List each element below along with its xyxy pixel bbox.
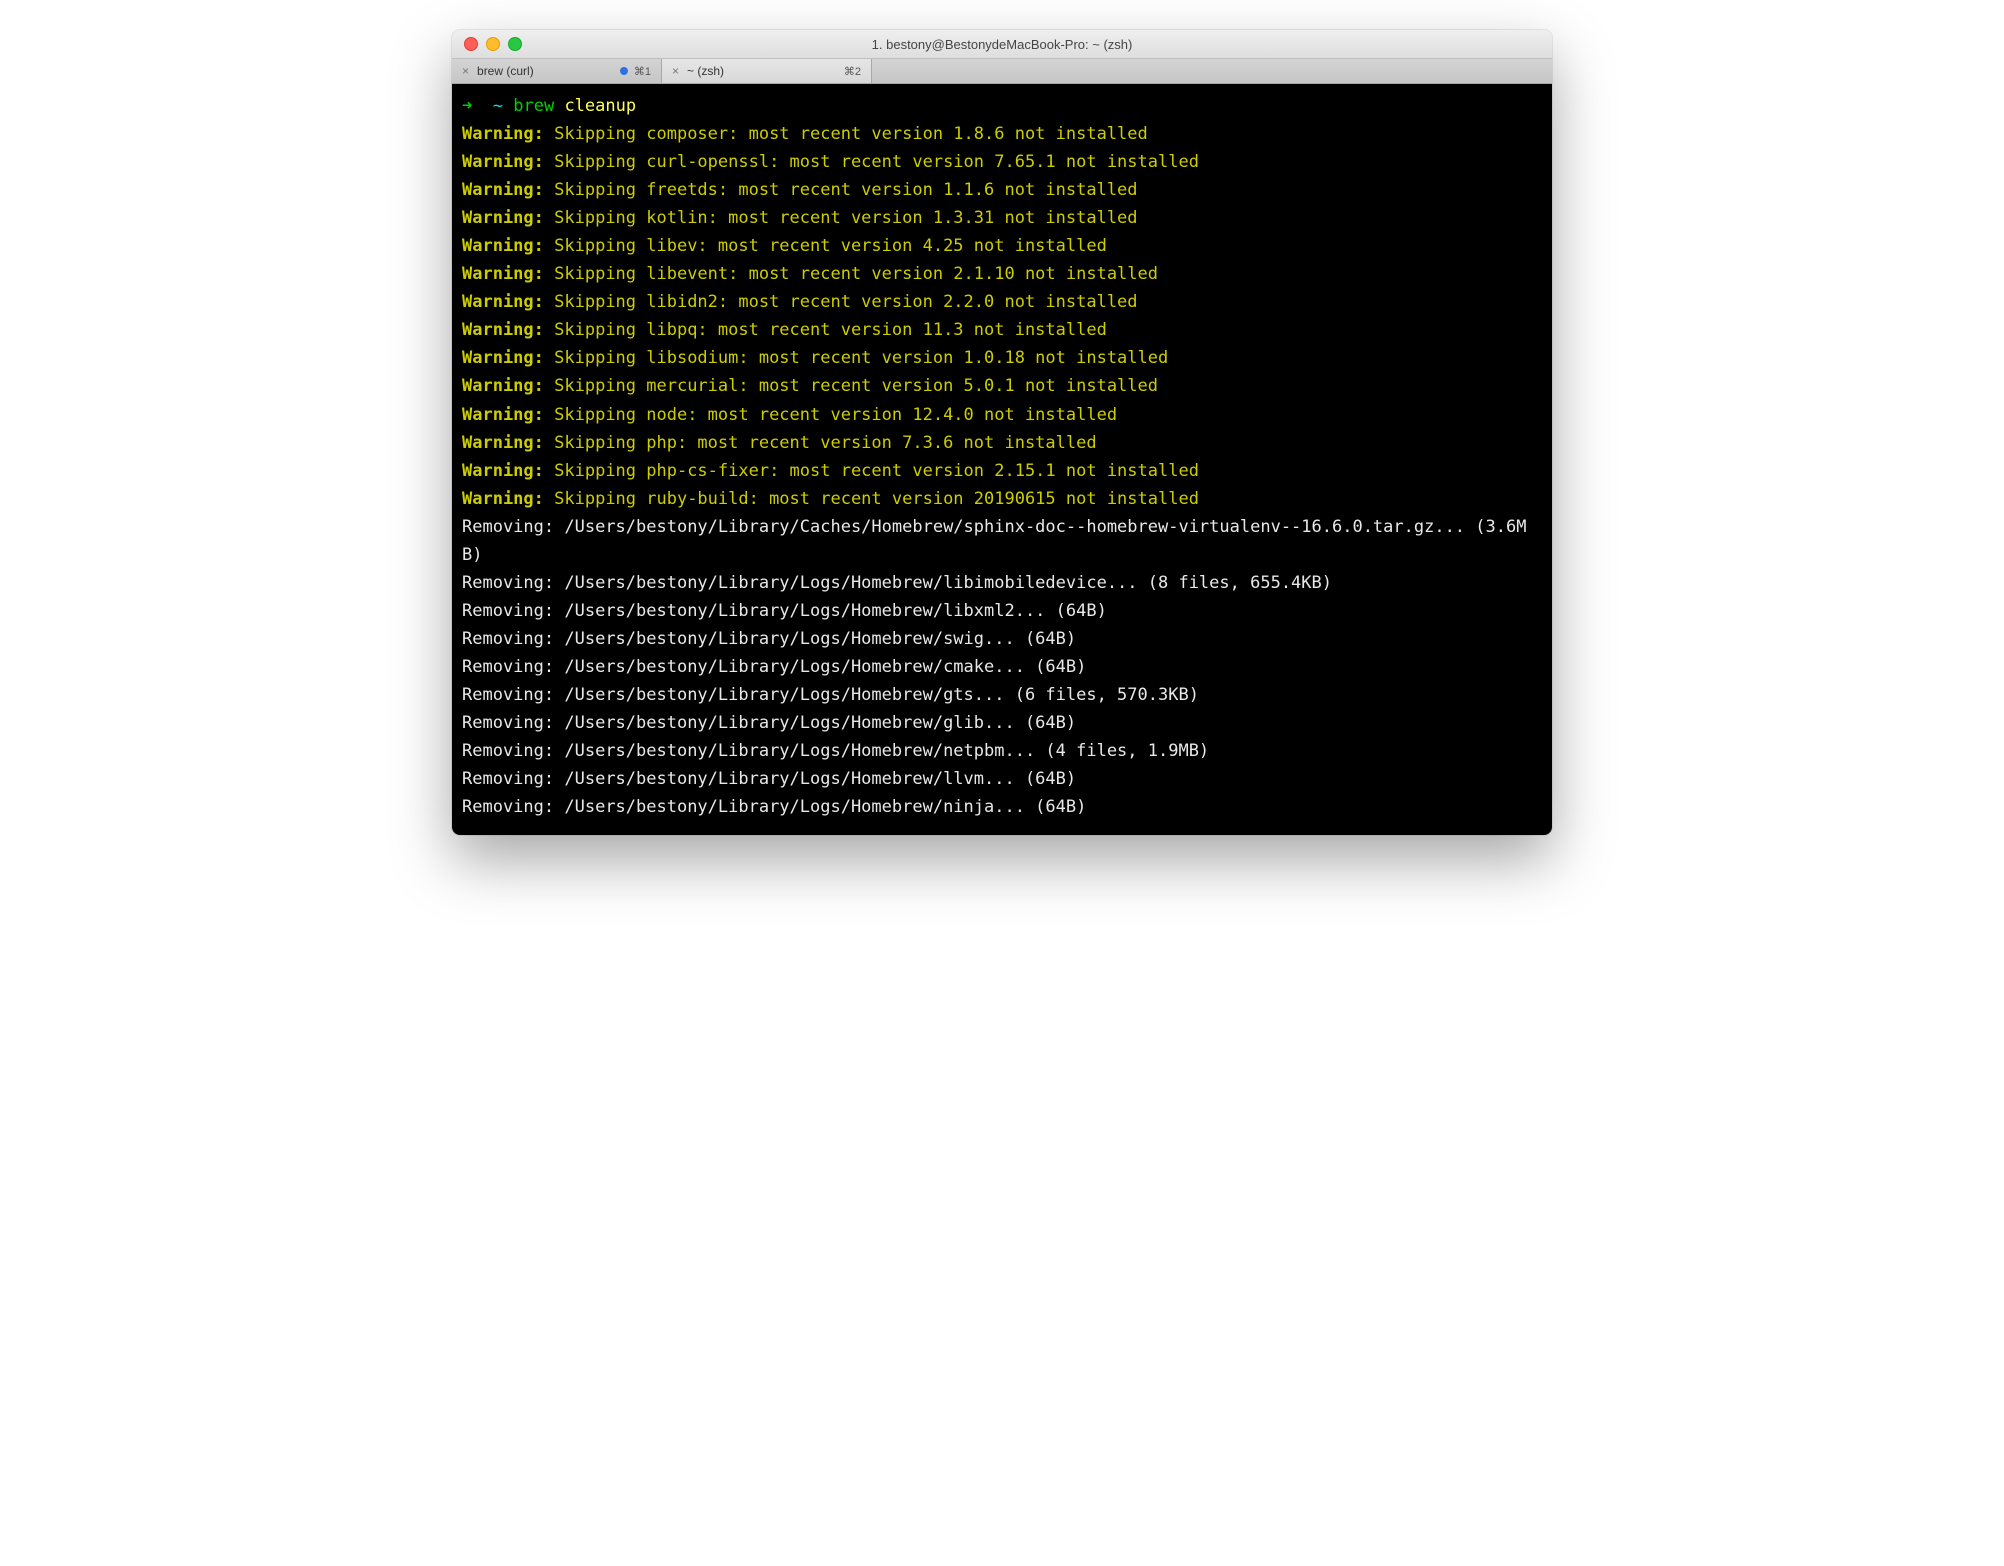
tab-label: ~ (zsh) <box>687 64 724 78</box>
warning-text: Skipping kotlin: most recent version 1.3… <box>554 208 1137 228</box>
warning-text: Skipping php: most recent version 7.3.6 … <box>554 433 1096 453</box>
removing-label: Removing: <box>462 601 554 621</box>
prompt-arg: cleanup <box>564 96 636 116</box>
warning-line: Warning: Skipping ruby-build: most recen… <box>462 485 1542 513</box>
titlebar[interactable]: 1. bestony@BestonydeMacBook-Pro: ~ (zsh) <box>452 30 1552 59</box>
warning-label: Warning: <box>462 208 544 228</box>
close-window-button[interactable] <box>464 37 478 51</box>
warning-text: Skipping freetds: most recent version 1.… <box>554 180 1137 200</box>
traffic-lights <box>452 37 522 51</box>
removing-line: Removing: /Users/bestony/Library/Logs/Ho… <box>462 625 1542 653</box>
warning-text: Skipping libpq: most recent version 11.3… <box>554 320 1107 340</box>
removing-text: /Users/bestony/Library/Caches/Homebrew/s… <box>462 517 1526 565</box>
removing-line: Removing: /Users/bestony/Library/Logs/Ho… <box>462 793 1542 821</box>
warning-text: Skipping composer: most recent version 1… <box>554 124 1148 144</box>
warning-label: Warning: <box>462 264 544 284</box>
warning-label: Warning: <box>462 405 544 425</box>
warning-label: Warning: <box>462 320 544 340</box>
warning-label: Warning: <box>462 152 544 172</box>
warning-line: Warning: Skipping freetds: most recent v… <box>462 176 1542 204</box>
warning-label: Warning: <box>462 348 544 368</box>
removing-text: /Users/bestony/Library/Logs/Homebrew/nin… <box>564 797 1086 817</box>
removing-text: /Users/bestony/Library/Logs/Homebrew/lib… <box>564 573 1332 593</box>
warning-line: Warning: Skipping php: most recent versi… <box>462 429 1542 457</box>
warning-text: Skipping php-cs-fixer: most recent versi… <box>554 461 1199 481</box>
warning-line: Warning: Skipping libsodium: most recent… <box>462 344 1542 372</box>
removing-line: Removing: /Users/bestony/Library/Logs/Ho… <box>462 737 1542 765</box>
activity-dot-icon <box>620 67 628 75</box>
removing-line: Removing: /Users/bestony/Library/Logs/Ho… <box>462 709 1542 737</box>
warning-line: Warning: Skipping libevent: most recent … <box>462 260 1542 288</box>
prompt-command: brew <box>513 96 554 116</box>
removing-label: Removing: <box>462 573 554 593</box>
removing-label: Removing: <box>462 657 554 677</box>
zoom-window-button[interactable] <box>508 37 522 51</box>
close-tab-icon[interactable]: × <box>462 64 469 78</box>
warning-line: Warning: Skipping node: most recent vers… <box>462 401 1542 429</box>
prompt-arrow-icon: ➜ <box>462 96 472 116</box>
window-title: 1. bestony@BestonydeMacBook-Pro: ~ (zsh) <box>452 37 1552 52</box>
tab-shortcut: ⌘2 <box>844 65 861 78</box>
warning-text: Skipping libev: most recent version 4.25… <box>554 236 1107 256</box>
removing-line: Removing: /Users/bestony/Library/Logs/Ho… <box>462 765 1542 793</box>
removing-label: Removing: <box>462 713 554 733</box>
prompt-line: ➜ ~ brew cleanup <box>462 92 1542 120</box>
warning-text: Skipping libevent: most recent version 2… <box>554 264 1158 284</box>
warning-text: Skipping mercurial: most recent version … <box>554 376 1158 396</box>
removing-text: /Users/bestony/Library/Logs/Homebrew/net… <box>564 741 1209 761</box>
terminal-viewport[interactable]: ➜ ~ brew cleanupWarning: Skipping compos… <box>452 84 1552 835</box>
prompt-cwd: ~ <box>493 96 503 116</box>
close-tab-icon[interactable]: × <box>672 64 679 78</box>
warning-text: Skipping libidn2: most recent version 2.… <box>554 292 1137 312</box>
removing-text: /Users/bestony/Library/Logs/Homebrew/gli… <box>564 713 1076 733</box>
warning-label: Warning: <box>462 376 544 396</box>
warning-line: Warning: Skipping libev: most recent ver… <box>462 232 1542 260</box>
warning-line: Warning: Skipping kotlin: most recent ve… <box>462 204 1542 232</box>
warning-line: Warning: Skipping composer: most recent … <box>462 120 1542 148</box>
warning-text: Skipping ruby-build: most recent version… <box>554 489 1199 509</box>
warning-label: Warning: <box>462 236 544 256</box>
warning-line: Warning: Skipping mercurial: most recent… <box>462 372 1542 400</box>
warning-line: Warning: Skipping libidn2: most recent v… <box>462 288 1542 316</box>
warning-line: Warning: Skipping libpq: most recent ver… <box>462 316 1542 344</box>
tab-shortcut: ⌘1 <box>634 65 651 78</box>
tab-zsh[interactable]: × ~ (zsh) ⌘2 <box>662 59 872 83</box>
warning-label: Warning: <box>462 461 544 481</box>
minimize-window-button[interactable] <box>486 37 500 51</box>
removing-label: Removing: <box>462 769 554 789</box>
removing-label: Removing: <box>462 629 554 649</box>
removing-line: Removing: /Users/bestony/Library/Logs/Ho… <box>462 653 1542 681</box>
tab-brew-curl[interactable]: × brew (curl) ⌘1 <box>452 59 662 83</box>
warning-line: Warning: Skipping curl-openssl: most rec… <box>462 148 1542 176</box>
warning-line: Warning: Skipping php-cs-fixer: most rec… <box>462 457 1542 485</box>
warning-text: Skipping curl-openssl: most recent versi… <box>554 152 1199 172</box>
removing-text: /Users/bestony/Library/Logs/Homebrew/cma… <box>564 657 1086 677</box>
removing-label: Removing: <box>462 517 554 537</box>
removing-text: /Users/bestony/Library/Logs/Homebrew/lib… <box>564 601 1106 621</box>
warning-label: Warning: <box>462 124 544 144</box>
terminal-window: 1. bestony@BestonydeMacBook-Pro: ~ (zsh)… <box>452 30 1552 835</box>
removing-label: Removing: <box>462 685 554 705</box>
warning-text: Skipping libsodium: most recent version … <box>554 348 1168 368</box>
removing-line: Removing: /Users/bestony/Library/Logs/Ho… <box>462 597 1542 625</box>
removing-label: Removing: <box>462 797 554 817</box>
warning-text: Skipping node: most recent version 12.4.… <box>554 405 1117 425</box>
warning-label: Warning: <box>462 180 544 200</box>
warning-label: Warning: <box>462 433 544 453</box>
warning-label: Warning: <box>462 489 544 509</box>
removing-text: /Users/bestony/Library/Logs/Homebrew/gts… <box>564 685 1199 705</box>
removing-text: /Users/bestony/Library/Logs/Homebrew/llv… <box>564 769 1076 789</box>
warning-label: Warning: <box>462 292 544 312</box>
removing-text: /Users/bestony/Library/Logs/Homebrew/swi… <box>564 629 1076 649</box>
removing-label: Removing: <box>462 741 554 761</box>
tab-label: brew (curl) <box>477 64 534 78</box>
removing-line: Removing: /Users/bestony/Library/Logs/Ho… <box>462 681 1542 709</box>
tab-bar: × brew (curl) ⌘1 × ~ (zsh) ⌘2 <box>452 59 1552 84</box>
removing-line: Removing: /Users/bestony/Library/Caches/… <box>462 513 1542 569</box>
removing-line: Removing: /Users/bestony/Library/Logs/Ho… <box>462 569 1542 597</box>
